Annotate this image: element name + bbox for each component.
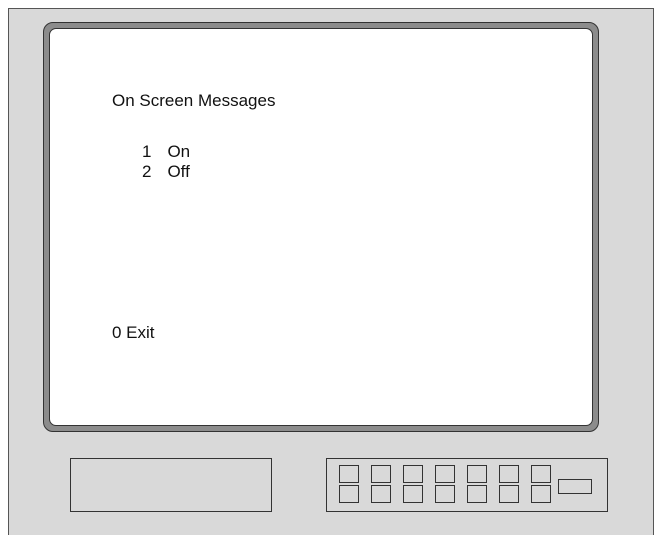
menu-title: On Screen Messages (112, 91, 276, 110)
control-panel (326, 458, 608, 512)
menu-option-off[interactable]: 2 Off (142, 162, 190, 182)
speaker-panel (70, 458, 272, 512)
keypad-button[interactable] (435, 465, 455, 483)
keypad-button[interactable] (339, 465, 359, 483)
keypad-button[interactable] (403, 485, 423, 503)
keypad-button[interactable] (467, 465, 487, 483)
option-label: On (167, 142, 191, 161)
exit-option[interactable]: 0 Exit (112, 323, 155, 343)
keypad-button[interactable] (499, 465, 519, 483)
keypad-button[interactable] (339, 485, 359, 503)
keypad-button[interactable] (531, 465, 551, 483)
keypad-button[interactable] (531, 485, 551, 503)
keypad-button[interactable] (499, 485, 519, 503)
power-button[interactable] (558, 479, 592, 494)
display-screen: On Screen Messages 1 On 2 Off 0 Exit (49, 28, 593, 426)
option-number: 2 (142, 162, 152, 181)
monitor-bezel: On Screen Messages 1 On 2 Off 0 Exit (43, 22, 599, 432)
menu-option-on[interactable]: 1 On (142, 142, 190, 162)
keypad-button[interactable] (371, 485, 391, 503)
keypad-button[interactable] (371, 465, 391, 483)
option-number: 1 (142, 142, 152, 161)
option-label: Off (167, 162, 190, 181)
keypad-button[interactable] (435, 485, 455, 503)
keypad-button[interactable] (403, 465, 423, 483)
keypad-button[interactable] (467, 485, 487, 503)
